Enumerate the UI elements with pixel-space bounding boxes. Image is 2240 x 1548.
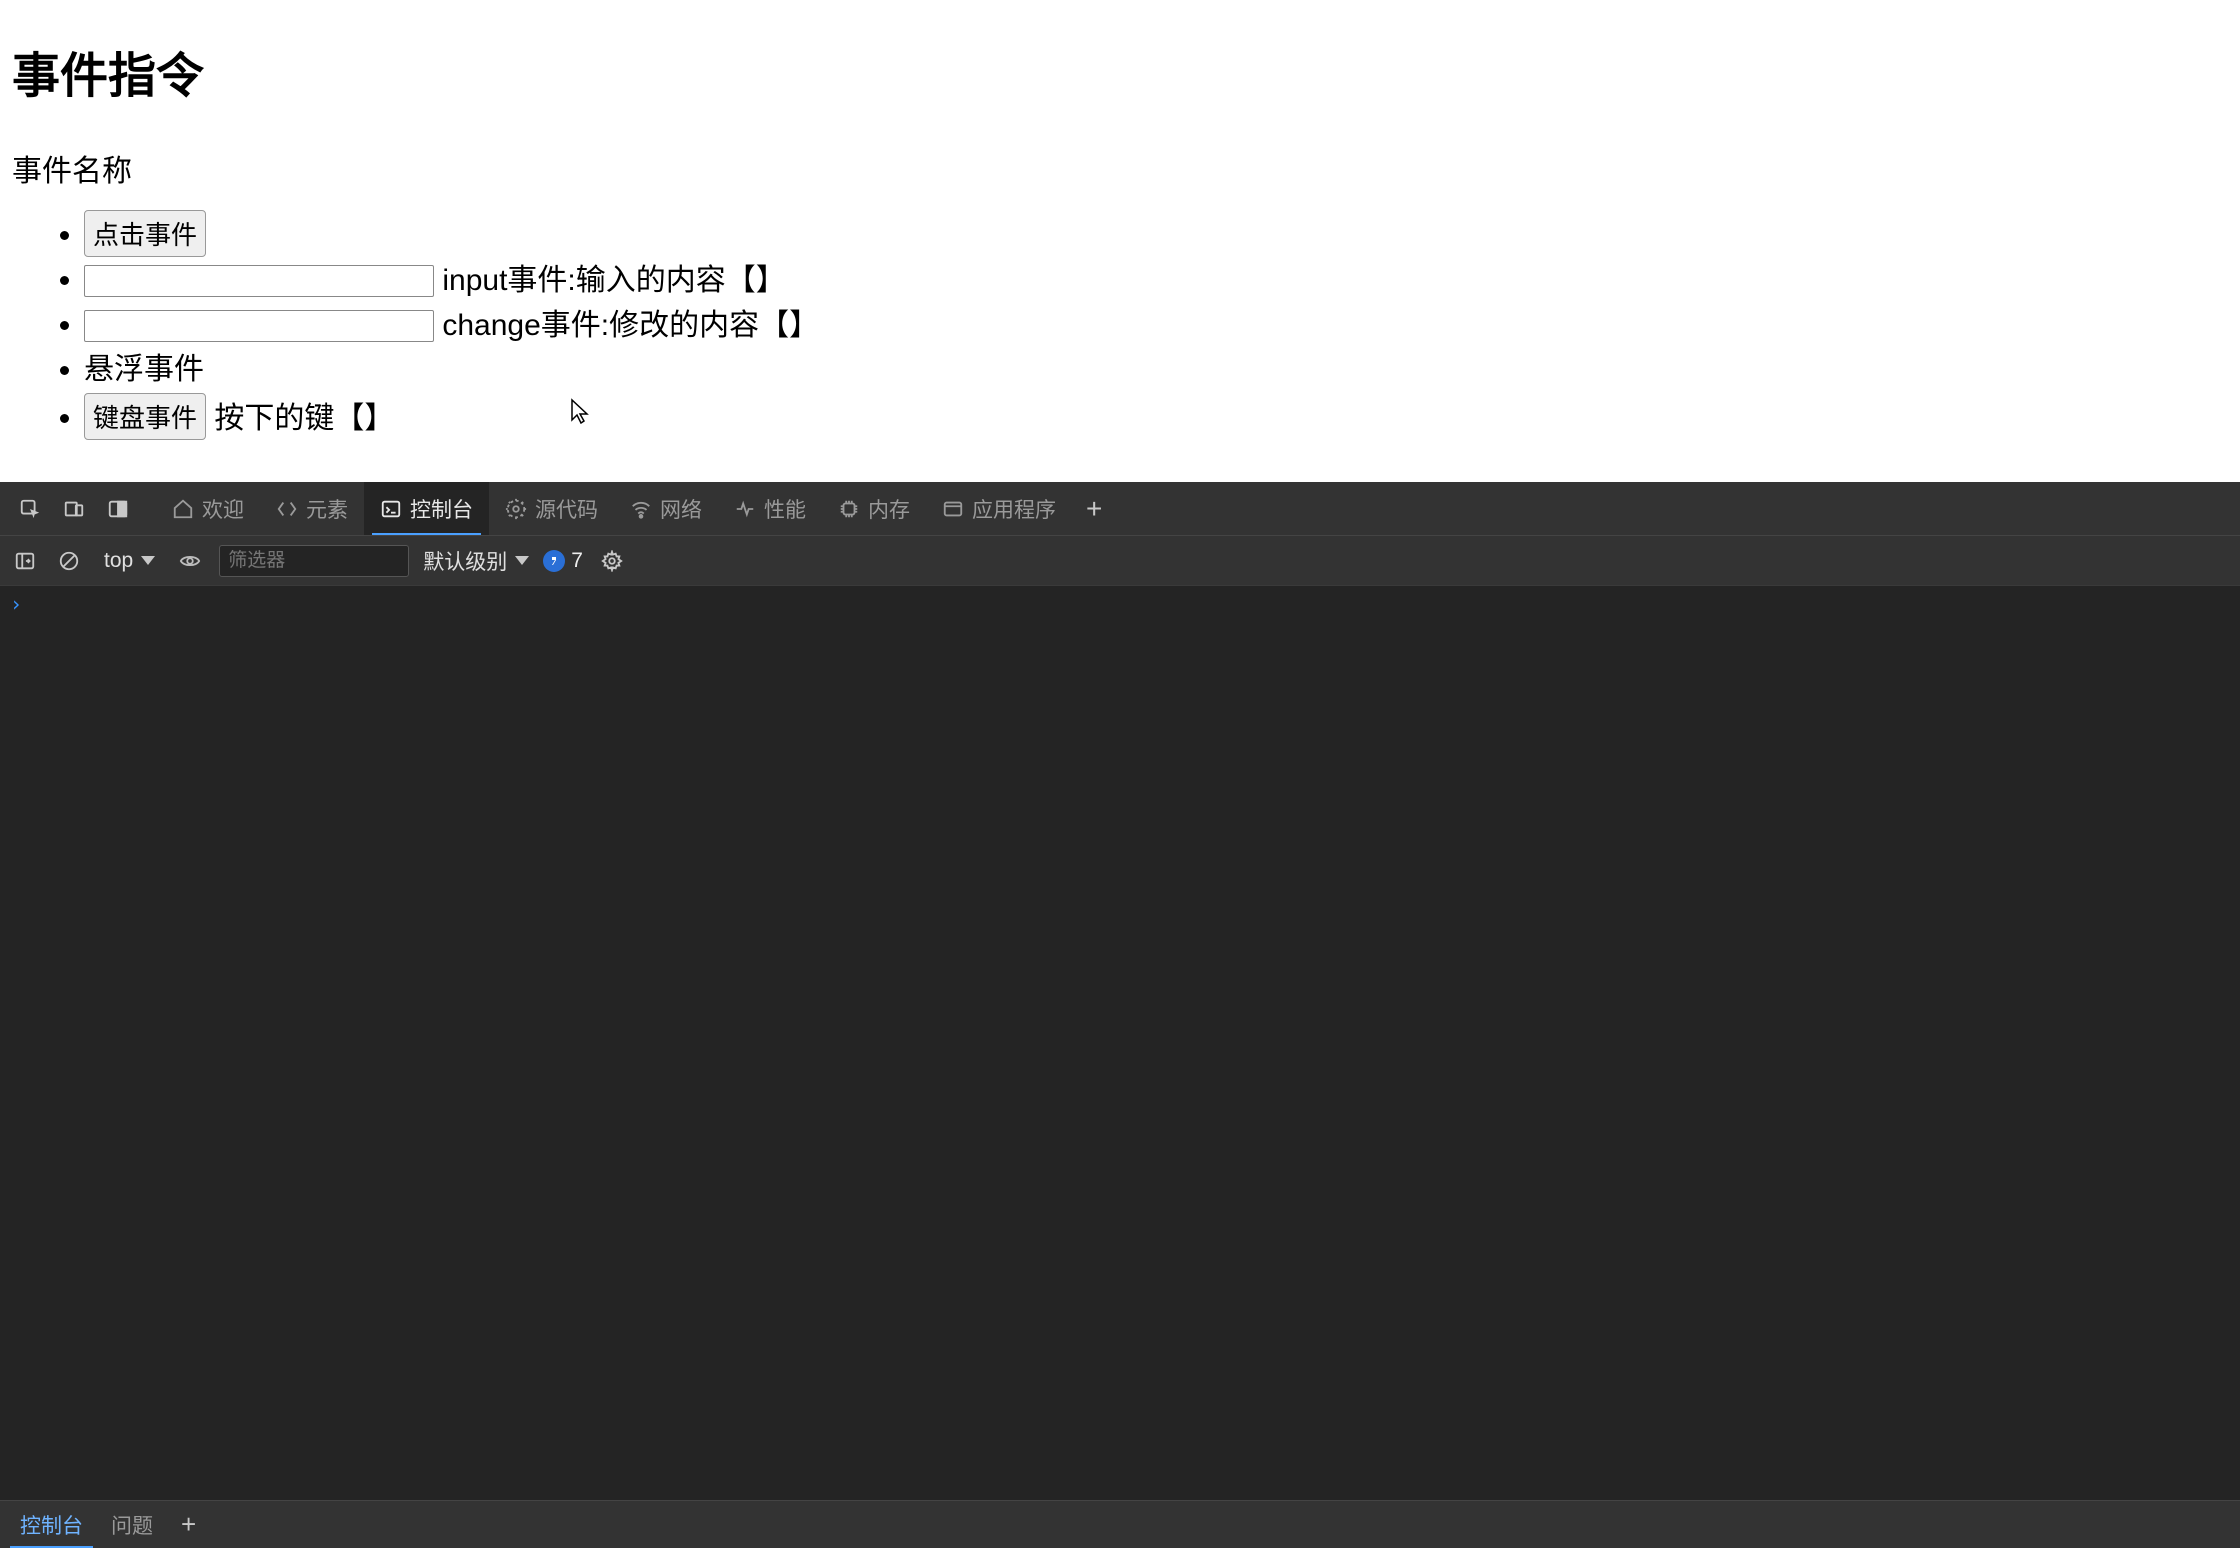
tab-label: 网络 [660,494,702,524]
tab-label: 欢迎 [202,494,244,524]
context-select[interactable]: top [98,549,161,573]
event-list: 点击事件 input事件:输入的内容【】 change事件:修改的内容【】 悬浮… [12,210,2228,440]
keyboard-event-suffix: 按下的键【】 [214,402,394,435]
live-expression-icon[interactable] [175,546,205,576]
add-tab-button[interactable]: + [1072,493,1116,525]
chevron-down-icon [515,556,529,565]
tab-application[interactable]: 应用程序 [926,482,1072,535]
drawer-tab-console[interactable]: 控制台 [6,1501,97,1548]
context-label: top [104,549,133,573]
click-event-button[interactable]: 点击事件 [84,210,206,257]
issues-count: 7 [571,549,583,573]
filter-input[interactable] [219,545,409,577]
tab-label: 控制台 [410,494,473,524]
tab-performance[interactable]: 性能 [718,482,822,535]
devtools-drawer: 控制台 问题 + [0,1500,2240,1548]
list-item: change事件:修改的内容【】 [84,304,2228,347]
dock-icon[interactable] [96,487,140,531]
drawer-tab-issues[interactable]: 问题 [97,1501,167,1548]
event-name-label: 事件名称 [12,146,2228,190]
devtools-tabs: 欢迎 元素 控制台 源代码 网络 性能 内存 应用程序 + [0,482,2240,536]
tab-label: 性能 [764,494,806,524]
tab-console[interactable]: 控制台 [364,482,489,535]
page-content: 事件指令 事件名称 点击事件 input事件:输入的内容【】 change事件:… [0,0,2240,482]
inspect-icon[interactable] [8,487,52,531]
list-item: input事件:输入的内容【】 [84,259,2228,302]
drawer-tab-label: 控制台 [20,1510,83,1540]
log-level-select[interactable]: 默认级别 [423,546,529,576]
console-prompt-icon: › [10,592,22,616]
tab-label: 元素 [306,494,348,524]
tab-network[interactable]: 网络 [614,482,718,535]
tab-sources[interactable]: 源代码 [489,482,614,535]
info-dot-icon [543,550,565,572]
tab-memory[interactable]: 内存 [822,482,926,535]
change-event-input[interactable] [84,310,434,342]
log-level-label: 默认级别 [423,546,507,576]
chevron-down-icon [141,556,155,565]
list-item: 悬浮事件 [84,349,2228,391]
drawer-tab-label: 问题 [111,1510,153,1540]
list-item: 点击事件 [84,210,2228,257]
hover-event-label: 悬浮事件 [84,353,204,386]
page-title: 事件指令 [12,36,2228,106]
toggle-sidebar-icon[interactable] [10,546,40,576]
console-toolbar: top 默认级别 7 [0,536,2240,586]
clear-console-icon[interactable] [54,546,84,576]
devtools-panel: 欢迎 元素 控制台 源代码 网络 性能 内存 应用程序 + [0,482,2240,1548]
input-event-input[interactable] [84,265,434,297]
console-settings-icon[interactable] [597,546,627,576]
console-body[interactable]: › [0,586,2240,1500]
tab-elements[interactable]: 元素 [260,482,364,535]
list-item: 键盘事件 按下的键【】 [84,393,2228,440]
tab-label: 应用程序 [972,494,1056,524]
change-event-label: change事件:修改的内容【】 [442,309,819,342]
keyboard-event-button[interactable]: 键盘事件 [84,393,206,440]
tab-label: 内存 [868,494,910,524]
device-toggle-icon[interactable] [52,487,96,531]
tab-welcome[interactable]: 欢迎 [156,482,260,535]
tab-label: 源代码 [535,494,598,524]
issues-badge[interactable]: 7 [543,549,583,573]
input-event-label: input事件:输入的内容【】 [442,264,785,297]
drawer-add-tab-button[interactable]: + [167,1509,210,1540]
